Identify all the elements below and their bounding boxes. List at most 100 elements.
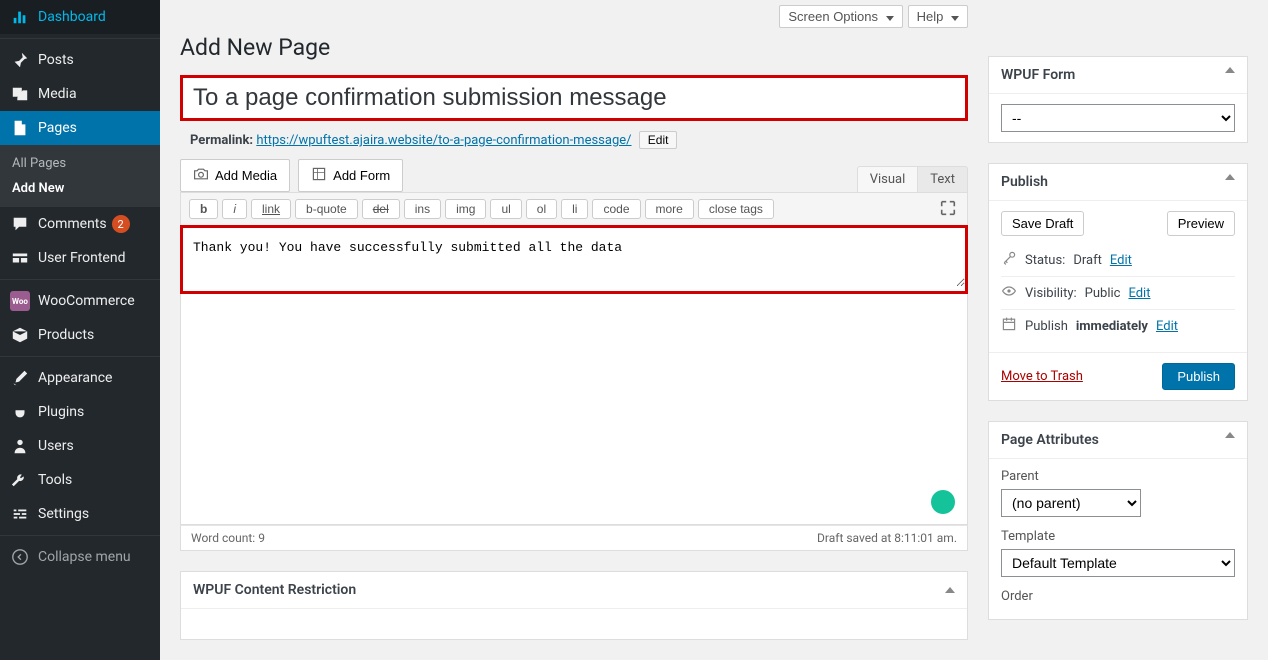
qt-bquote[interactable]: b-quote [295, 199, 358, 219]
postbox-toggle[interactable]: Publish [989, 164, 1247, 201]
key-icon [1001, 250, 1017, 270]
brush-icon [10, 368, 30, 388]
fullscreen-icon[interactable] [939, 199, 959, 219]
add-media-button[interactable]: Add Media [180, 159, 290, 192]
order-label: Order [1001, 589, 1235, 604]
qt-ins[interactable]: ins [404, 199, 441, 219]
chevron-up-icon [1225, 174, 1235, 180]
status-edit-link[interactable]: Edit [1110, 253, 1132, 268]
sidebar-item-media[interactable]: Media [0, 77, 160, 111]
screen-options-button[interactable]: Screen Options [779, 5, 902, 28]
qt-more[interactable]: more [645, 199, 694, 219]
admin-sidebar: Dashboard Posts Media Pages All Pages Ad… [0, 0, 160, 660]
camera-icon [193, 166, 209, 185]
tab-text[interactable]: Text [917, 166, 968, 192]
add-form-button[interactable]: Add Form [298, 159, 403, 192]
publish-edit-link[interactable]: Edit [1156, 319, 1178, 334]
visibility-label: Visibility: [1025, 286, 1077, 301]
sidebar-item-collapse[interactable]: Collapse menu [0, 540, 160, 574]
sidebar-item-user-frontend[interactable]: User Frontend [0, 241, 160, 275]
publish-button[interactable]: Publish [1162, 363, 1235, 390]
chevron-down-icon [886, 16, 894, 21]
content-editor[interactable] [183, 228, 965, 287]
postbox-wpuf-form: WPUF Form -- [988, 56, 1248, 143]
user-icon [10, 436, 30, 456]
sidebar-label: Products [38, 327, 94, 343]
qt-li[interactable]: li [561, 199, 588, 219]
permalink-edit-button[interactable]: Edit [639, 131, 678, 149]
visibility-edit-link[interactable]: Edit [1128, 286, 1150, 301]
sidebar-item-products[interactable]: Products [0, 318, 160, 352]
permalink-row: Permalink: https://wpuftest.ajaira.websi… [180, 121, 968, 155]
draft-saved-time: Draft saved at 8:11:01 am. [817, 531, 957, 545]
dashboard-icon [10, 7, 30, 27]
quicktags-toolbar: b i link b-quote del ins img ul ol li co… [180, 192, 968, 226]
sidebar-label: Collapse menu [38, 549, 131, 565]
eye-icon [1001, 283, 1017, 303]
qt-close-tags[interactable]: close tags [698, 199, 774, 219]
postbox-publish: Publish Save Draft Preview Status: Draft… [988, 163, 1248, 401]
permalink-link[interactable]: https://wpuftest.ajaira.website/to-a-pag… [256, 133, 631, 148]
grammarly-icon[interactable] [931, 490, 955, 514]
help-button[interactable]: Help [908, 5, 968, 28]
sidebar-label: User Frontend [38, 250, 125, 266]
sidebar-item-plugins[interactable]: Plugins [0, 395, 160, 429]
editor-statusbar: Word count: 9 Draft saved at 8:11:01 am. [180, 525, 968, 551]
parent-select[interactable]: (no parent) [1001, 489, 1141, 517]
qt-code[interactable]: code [592, 199, 640, 219]
editor-blank-area[interactable] [181, 294, 967, 524]
save-draft-button[interactable]: Save Draft [1001, 211, 1084, 236]
qt-del[interactable]: del [362, 199, 400, 219]
sidebar-subitem-add-new[interactable]: Add New [0, 176, 160, 201]
qt-ol[interactable]: ol [526, 199, 557, 219]
chevron-up-icon [1225, 67, 1235, 73]
sidebar-label: Posts [38, 52, 74, 68]
status-value: Draft [1073, 253, 1102, 268]
sidebar-item-posts[interactable]: Posts [0, 43, 160, 77]
chevron-up-icon [945, 587, 955, 593]
sidebar-item-users[interactable]: Users [0, 429, 160, 463]
qt-bold[interactable]: b [189, 199, 218, 219]
sidebar-label: Settings [38, 506, 89, 522]
template-select[interactable]: Default Template [1001, 549, 1235, 577]
preview-button[interactable]: Preview [1167, 211, 1235, 236]
sidebar-item-pages[interactable]: Pages [0, 111, 160, 145]
page-title-input[interactable] [180, 75, 968, 121]
qt-img[interactable]: img [445, 199, 486, 219]
metabox-toggle[interactable]: WPUF Content Restriction [181, 572, 967, 609]
sidebar-subitem-all-pages[interactable]: All Pages [0, 151, 160, 176]
postbox-toggle[interactable]: WPUF Form [989, 57, 1247, 94]
form-icon [311, 166, 327, 185]
sidebar-label: Plugins [38, 404, 84, 420]
postbox-page-attributes: Page Attributes Parent (no parent) Templ… [988, 421, 1248, 620]
sidebar-item-appearance[interactable]: Appearance [0, 361, 160, 395]
sidebar-item-settings[interactable]: Settings [0, 497, 160, 531]
side-column: WPUF Form -- Publish Save Draft Preview [988, 0, 1268, 660]
tab-visual[interactable]: Visual [857, 166, 918, 192]
sidebar-label: Dashboard [38, 9, 106, 25]
status-label: Status: [1025, 253, 1065, 268]
postbox-toggle[interactable]: Page Attributes [989, 422, 1247, 459]
qt-italic[interactable]: i [222, 199, 247, 219]
main-content: Screen Options Help Add New Page Permali… [160, 0, 988, 660]
sidebar-label: Pages [38, 120, 77, 136]
wpuf-form-select[interactable]: -- [1001, 104, 1235, 132]
sidebar-item-comments[interactable]: Comments 2 [0, 207, 160, 241]
sidebar-label: WooCommerce [38, 293, 135, 309]
sidebar-item-tools[interactable]: Tools [0, 463, 160, 497]
sidebar-item-dashboard[interactable]: Dashboard [0, 0, 160, 34]
move-to-trash-link[interactable]: Move to Trash [1001, 369, 1083, 384]
comment-icon [10, 214, 30, 234]
sidebar-label: Tools [38, 472, 72, 488]
calendar-icon [1001, 316, 1017, 336]
publish-label: Publish [1025, 319, 1068, 334]
sidebar-label: Media [38, 86, 77, 102]
comments-badge: 2 [112, 215, 130, 233]
metabox-content-restriction: WPUF Content Restriction [180, 571, 968, 640]
sidebar-submenu-pages: All Pages Add New [0, 145, 160, 207]
qt-ul[interactable]: ul [490, 199, 521, 219]
qt-link[interactable]: link [251, 199, 291, 219]
wrench-icon [10, 470, 30, 490]
sidebar-item-woocommerce[interactable]: Woo WooCommerce [0, 284, 160, 318]
settings-icon [10, 504, 30, 524]
